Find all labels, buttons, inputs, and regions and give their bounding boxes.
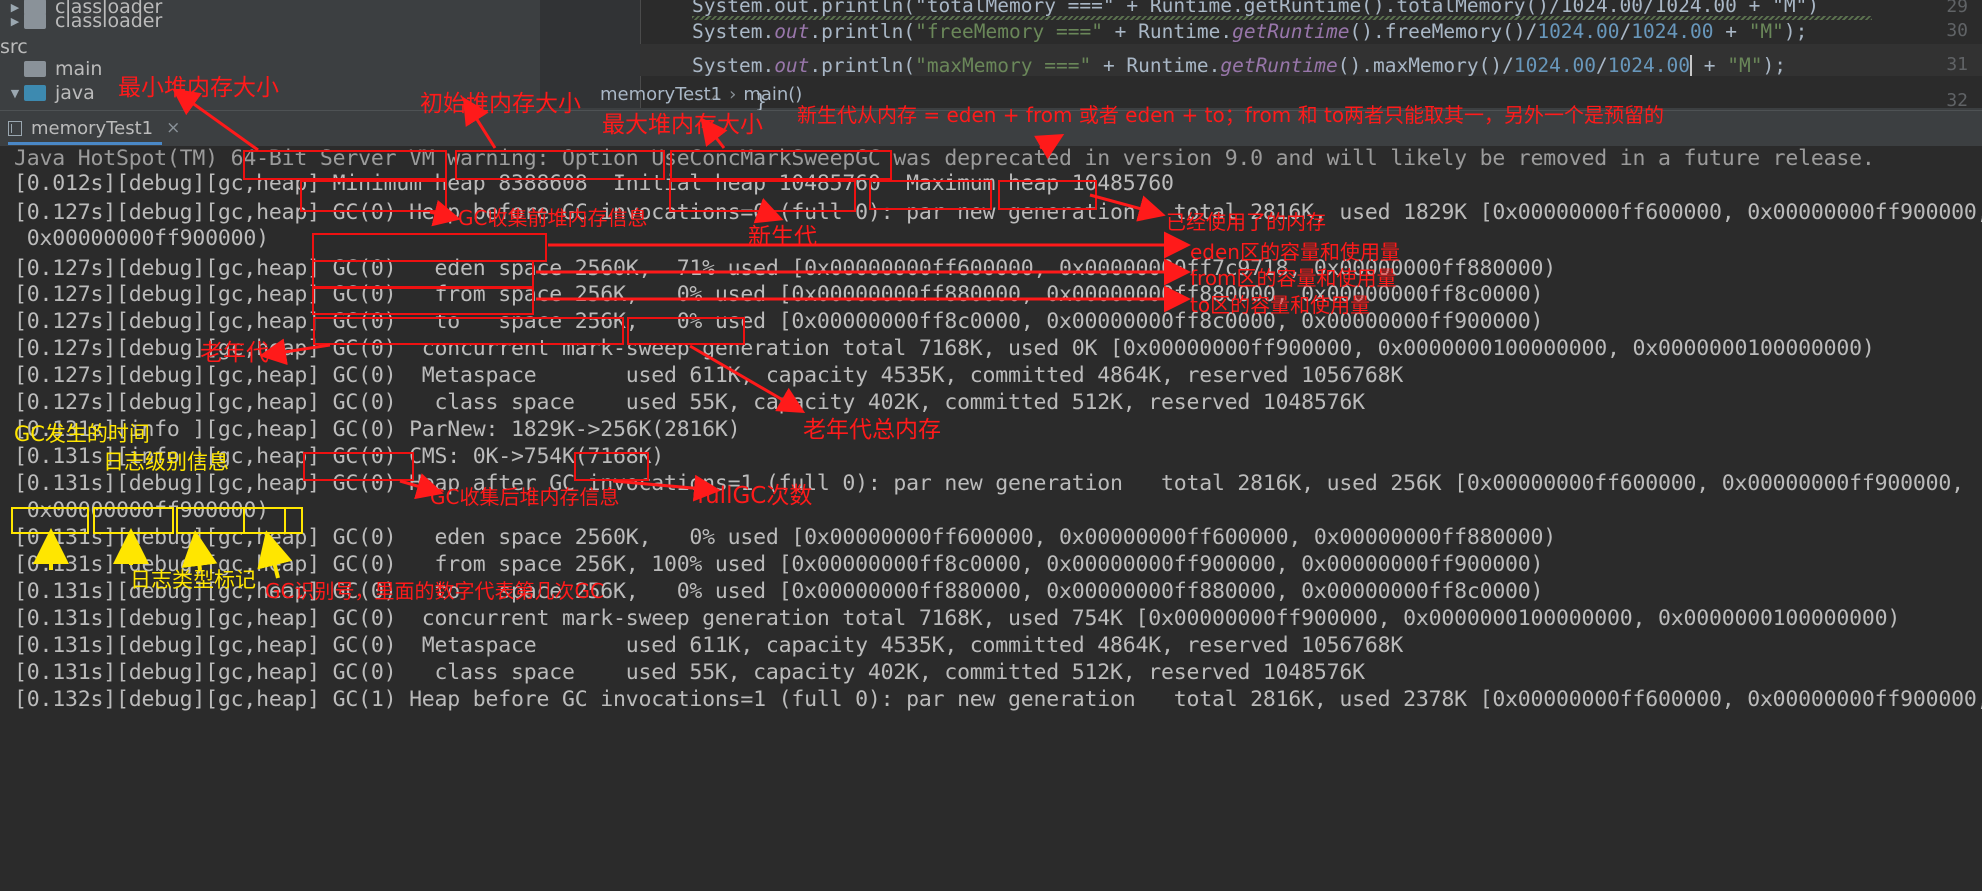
console-output[interactable]: Java HotSpot(TM) 64-Bit Server VM warnin… [0, 146, 1982, 891]
code-token: out [774, 54, 810, 77]
code-token: 1024.00 [1631, 20, 1714, 43]
log-line: [0.127s][debug][gc,heap] GC(0) eden spac… [14, 256, 1557, 281]
code-token: System. [692, 54, 775, 77]
line-number: 30 [1946, 20, 1968, 41]
line-number: 32 [1946, 90, 1968, 111]
code-token: / [1619, 20, 1632, 43]
code-token: .println( [809, 54, 916, 77]
breadcrumb-separator: › [729, 84, 737, 105]
close-icon[interactable]: × [166, 118, 180, 138]
breadcrumb[interactable]: memoryTest1 › main() [600, 84, 802, 105]
code-line-31: System.out.println("maxMemory ===" + Run… [692, 54, 1786, 77]
log-line: [0.131s][info ][gc,heap] GC(0) CMS: 0K->… [14, 444, 664, 469]
code-token: "maxMemory ===" [915, 54, 1092, 77]
code-token: out [774, 20, 810, 43]
log-line: [0.127s][debug][gc,heap] GC(0) to space … [14, 309, 1544, 334]
log-line: [0.127s][debug][gc,heap] GC(0) class spa… [14, 390, 1365, 415]
tree-item-label: java [55, 82, 95, 104]
tree-item-main[interactable]: main [6, 56, 102, 82]
tree-item-classloader[interactable]: ▶ classloader [6, 8, 163, 34]
console-tab-bar: memoryTest1 × [0, 111, 1982, 145]
code-token: + [1713, 20, 1749, 43]
log-line: [0.127s][debug][gc,heap] GC(0) from spac… [14, 282, 1544, 307]
folder-icon [24, 85, 46, 101]
collapse-triangle-icon[interactable]: ▼ [6, 87, 24, 100]
tab-active-underline [8, 142, 162, 145]
log-line: [0.132s][debug][gc,heap] GC(1) Heap befo… [14, 687, 1982, 712]
code-token: .println( [809, 20, 916, 43]
breadcrumb-method[interactable]: main() [743, 84, 802, 105]
log-line: [0.127s][debug][gc,heap] GC(0) Heap befo… [14, 200, 1982, 225]
code-line-30: System.out.println("freeMemory ===" + Ru… [692, 20, 1807, 43]
code-token: getRuntime [1220, 54, 1338, 77]
code-token: ); [1762, 54, 1786, 77]
code-token: System. [692, 20, 775, 43]
tab-memoryTest1[interactable]: memoryTest1 × [8, 114, 180, 142]
expand-triangle-icon[interactable]: ▶ [6, 15, 24, 28]
code-token: 1024.00 [1537, 20, 1620, 43]
code-token: 1024.00 [1513, 54, 1597, 77]
ide-top-chrome: ▶ classloader ▶ classloader src main ▼ j… [0, 0, 1982, 146]
log-line: [0.131s][debug][gc,heap] GC(0) to space … [14, 579, 1544, 604]
tree-item-label: classloader [55, 10, 163, 32]
log-line: [0.127s][debug][gc,heap] GC(0) concurren… [14, 336, 1875, 361]
log-line: [0.131s][debug][gc,heap] GC(0) Metaspace… [14, 633, 1404, 658]
tree-item-label: src [0, 36, 28, 58]
tab-label: memoryTest1 [31, 117, 154, 139]
code-token: ().maxMemory()/ [1337, 54, 1514, 77]
code-token: "M" [1727, 54, 1763, 77]
code-token: + [1691, 54, 1728, 77]
folder-icon [24, 13, 46, 29]
ide-screenshot: ▶ classloader ▶ classloader src main ▼ j… [0, 0, 1982, 891]
log-line: [0.131s][debug][gc,heap] GC(0) from spac… [14, 552, 1544, 577]
code-token: "freeMemory ===" [915, 20, 1103, 43]
log-line: [0.131s][debug][gc,heap] GC(0) class spa… [14, 660, 1365, 685]
log-line: [0.012s][debug][gc,heap] Minimum heap 83… [14, 171, 1174, 196]
code-token: ().freeMemory()/ [1349, 20, 1538, 43]
folder-icon [24, 61, 46, 77]
code-token: 1024.00 [1607, 54, 1690, 77]
log-line: [0.131s][debug][gc,heap] GC(0) eden spac… [14, 525, 1557, 550]
log-line: 0x00000000ff900000) [14, 498, 269, 523]
log-line: [0.131s][debug][gc,heap] GC(0) Heap afte… [14, 471, 1964, 496]
code-token: + Runtime. [1091, 54, 1221, 77]
line-number: 29 [1946, 0, 1968, 17]
code-token: / [1596, 54, 1608, 77]
breadcrumb-class[interactable]: memoryTest1 [600, 84, 722, 105]
log-line: Java HotSpot(TM) 64-Bit Server VM warnin… [14, 146, 1875, 171]
line-number: 31 [1946, 54, 1968, 75]
tree-item-java[interactable]: ▼ java [6, 80, 95, 106]
code-line-29: System.out.println("totalMemory ===" + R… [692, 0, 1820, 17]
code-token: getRuntime [1232, 20, 1350, 43]
code-token: "M" [1748, 20, 1784, 43]
code-token: + Runtime. [1102, 20, 1233, 43]
run-config-icon [8, 120, 22, 136]
tree-item-label: main [55, 58, 103, 80]
log-line: [0.131s][info ][gc,heap] GC(0) ParNew: 1… [14, 417, 741, 442]
log-line: 0x00000000ff900000) [14, 226, 269, 251]
log-line: [0.127s][debug][gc,heap] GC(0) Metaspace… [14, 363, 1404, 388]
code-token: ); [1783, 20, 1808, 43]
log-line: [0.131s][debug][gc,heap] GC(0) concurren… [14, 606, 1901, 631]
